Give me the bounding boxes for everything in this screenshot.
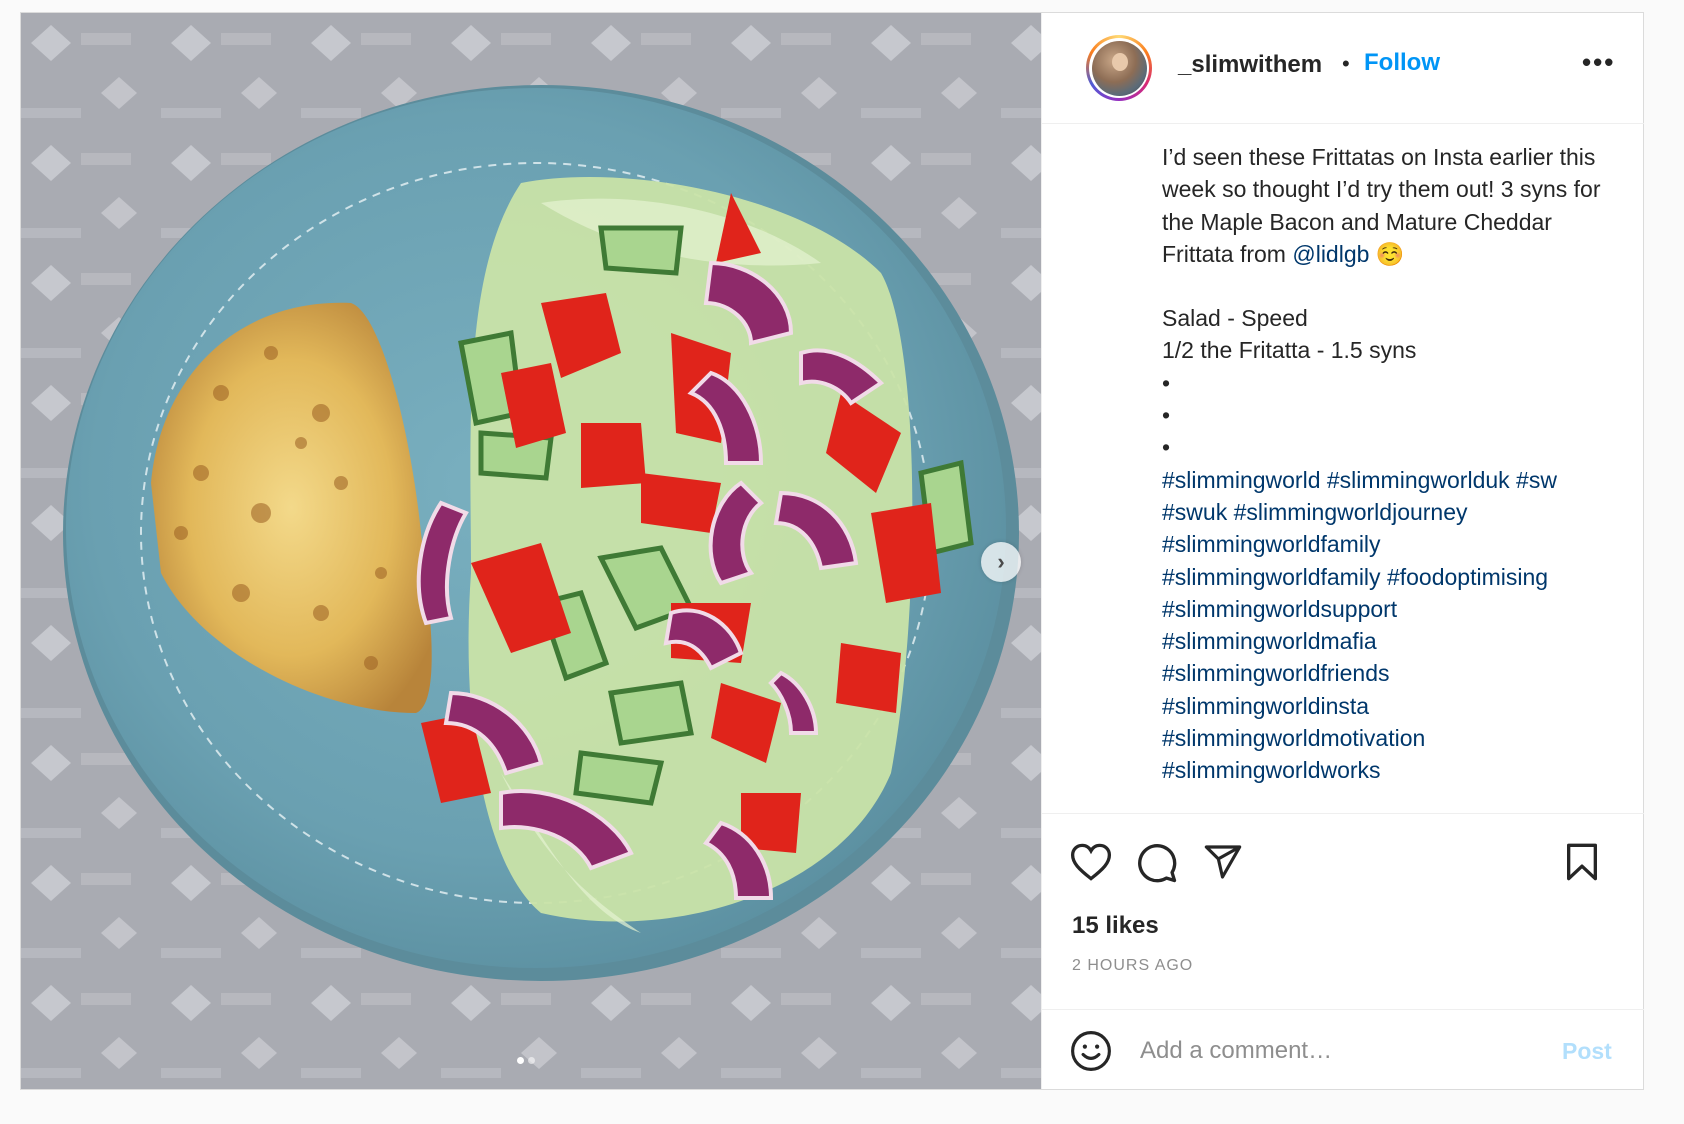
post-image[interactable]: › bbox=[21, 13, 1041, 1089]
avatar-story-ring[interactable] bbox=[1086, 35, 1152, 101]
separator-dot: • bbox=[1342, 51, 1350, 76]
emoji-icon[interactable] bbox=[1070, 1030, 1112, 1077]
caption-dot: • bbox=[1162, 434, 1171, 461]
hashtag-link[interactable]: #slimmingworldfamily bbox=[1162, 531, 1381, 557]
heart-icon[interactable] bbox=[1070, 842, 1112, 887]
comment-input[interactable] bbox=[1138, 1028, 1522, 1074]
post-card: › _slimwithem • Follow ••• I’d seen thes… bbox=[20, 12, 1644, 1090]
hashtag-link[interactable]: #slimmingworldmotivation bbox=[1162, 725, 1425, 751]
carousel-dot-active bbox=[517, 1057, 524, 1064]
comment-icon[interactable] bbox=[1136, 842, 1178, 889]
caption-emoji: ☺️ bbox=[1375, 240, 1405, 267]
post-comment-button[interactable]: Post bbox=[1562, 1038, 1612, 1065]
carousel-next-button[interactable]: › bbox=[981, 542, 1021, 582]
caption-line: Salad - Speed bbox=[1162, 305, 1308, 332]
follow-button[interactable]: Follow bbox=[1364, 49, 1440, 77]
hashtag-link[interactable]: #foodoptimising bbox=[1387, 564, 1548, 590]
hashtag-link[interactable]: #slimmingworldjourney bbox=[1234, 499, 1468, 525]
bookmark-icon[interactable] bbox=[1564, 842, 1600, 887]
caption-dot: • bbox=[1162, 402, 1171, 429]
hashtag-link[interactable]: #sw bbox=[1516, 467, 1557, 493]
hashtag-link[interactable]: #slimmingworldinsta bbox=[1162, 693, 1369, 719]
hashtag-link[interactable]: #slimmingworldsupport bbox=[1162, 596, 1397, 622]
hashtag-link[interactable]: #swuk bbox=[1162, 499, 1227, 525]
hashtag-link[interactable]: #slimmingworldfamily bbox=[1162, 564, 1381, 590]
username-link[interactable]: _slimwithem bbox=[1178, 51, 1322, 79]
avatar bbox=[1091, 40, 1147, 96]
hashtag-link[interactable]: #slimmingworld bbox=[1162, 467, 1320, 493]
carousel-dot bbox=[528, 1057, 535, 1064]
carousel-indicator bbox=[517, 1057, 535, 1064]
post-timestamp[interactable]: 2 HOURS AGO bbox=[1072, 957, 1193, 975]
more-options-button[interactable]: ••• bbox=[1582, 47, 1615, 78]
food-photo bbox=[21, 13, 1041, 1089]
hashtag-link[interactable]: #slimmingworldmafia bbox=[1162, 628, 1377, 654]
mention-link[interactable]: @lidlgb bbox=[1292, 241, 1369, 267]
hashtag-link[interactable]: #slimmingworldfriends bbox=[1162, 660, 1390, 686]
hashtag-list: #slimmingworld #slimmingworlduk #sw #swu… bbox=[1162, 464, 1620, 787]
comment-bar: Post bbox=[1042, 1009, 1644, 1090]
caption-line: 1/2 the Fritatta - 1.5 syns bbox=[1162, 337, 1417, 364]
hashtag-link[interactable]: #slimmingworldworks bbox=[1162, 757, 1381, 783]
chevron-right-icon: › bbox=[997, 549, 1005, 574]
likes-count[interactable]: 15 likes bbox=[1072, 912, 1159, 940]
action-bar bbox=[1042, 813, 1644, 904]
caption-dot: • bbox=[1162, 369, 1171, 396]
share-icon[interactable] bbox=[1202, 842, 1244, 887]
hashtag-link[interactable]: #slimmingworlduk bbox=[1327, 467, 1510, 493]
post-sidebar: _slimwithem • Follow ••• I’d seen these … bbox=[1041, 13, 1644, 1089]
post-caption: I’d seen these Frittatas on Insta earlie… bbox=[1162, 141, 1620, 787]
post-header: _slimwithem • Follow ••• bbox=[1042, 13, 1644, 124]
